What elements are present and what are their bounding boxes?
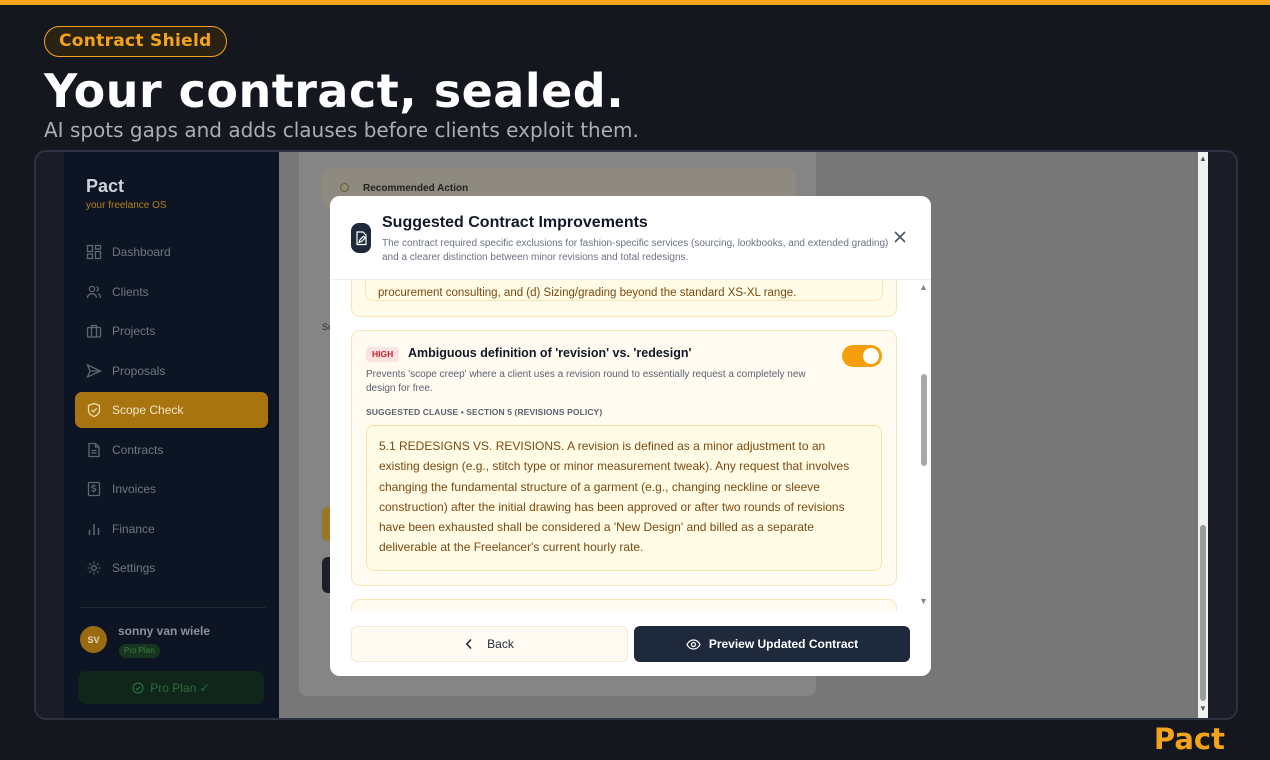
feature-badge: Contract Shield <box>44 26 227 57</box>
lightbulb-icon <box>340 183 349 192</box>
screenshot-frame: Pact your freelance OS Dashboard Clients… <box>34 150 1238 720</box>
chevron-left-icon <box>465 638 472 650</box>
back-button[interactable]: Back <box>351 626 628 662</box>
plan-badge: Pro Plan <box>119 644 160 658</box>
sidebar-item-label: Clients <box>112 284 149 299</box>
modal-scrollbar-thumb[interactable] <box>921 374 927 466</box>
sidebar-item-label: Scope Check <box>112 403 184 417</box>
previous-clause-box: procurement consulting, and (d) Sizing/g… <box>365 280 883 301</box>
sidebar-item-label: Finance <box>112 521 155 536</box>
shield-icon <box>86 402 102 418</box>
hero-subtitle: AI spots gaps and adds clauses before cl… <box>44 118 639 142</box>
scroll-down-icon[interactable]: ▼ <box>919 596 928 606</box>
back-label: Back <box>487 637 514 651</box>
sidebar-item-scope-check[interactable]: Scope Check <box>75 392 268 428</box>
scroll-up-icon[interactable]: ▲ <box>919 282 928 292</box>
severity-badge: HIGH <box>366 347 400 362</box>
sidebar-item-label: Contracts <box>112 442 164 457</box>
sidebar-item-label: Projects <box>112 324 156 338</box>
sidebar-item-projects[interactable]: Projects <box>75 313 268 349</box>
suggestion-card: HIGH Ambiguous definition of 'revision' … <box>351 330 897 586</box>
scroll-down-icon[interactable]: ▼ <box>1199 704 1207 713</box>
modal-body: procurement consulting, and (d) Sizing/g… <box>330 280 931 611</box>
sidebar-item-label: Dashboard <box>112 245 171 259</box>
sidebar-item-proposals[interactable]: Proposals <box>75 353 268 389</box>
scrollbar-thumb[interactable] <box>1200 525 1206 701</box>
next-suggestion-card <box>351 599 897 611</box>
page-scrollbar[interactable]: ▲ ▼ <box>1198 152 1208 718</box>
suggestion-toggle[interactable] <box>842 345 882 367</box>
sidebar-item-contracts[interactable]: Contracts <box>75 432 268 468</box>
toggle-knob <box>863 348 879 364</box>
app-logo: Pact <box>86 176 125 196</box>
preview-label: Preview Updated Contract <box>708 637 859 651</box>
dashboard-icon <box>86 244 102 260</box>
users-icon <box>86 284 102 300</box>
suggestions-modal: Suggested Contract Improvements The cont… <box>330 196 931 676</box>
sidebar-divider <box>80 607 266 608</box>
brand-logo: Pact <box>1153 722 1225 756</box>
invoice-icon <box>86 481 102 497</box>
modal-header: Suggested Contract Improvements The cont… <box>330 196 931 280</box>
gear-icon <box>86 560 102 576</box>
app-tagline: your freelance OS <box>86 200 167 211</box>
modal-footer: Back Preview Updated Contract <box>330 611 931 676</box>
sidebar-item-label: Settings <box>112 561 156 575</box>
eye-icon <box>686 638 701 650</box>
user-name: sonny van wiele <box>118 624 211 638</box>
previous-suggestion-card: procurement consulting, and (d) Sizing/g… <box>351 280 897 317</box>
suggestion-description: Prevents 'scope creep' where a client us… <box>366 369 806 394</box>
document-icon <box>86 442 102 458</box>
sidebar-item-settings[interactable]: Settings <box>75 550 268 586</box>
clause-label: SUGGESTED CLAUSE • SECTION 5 (REVISIONS … <box>366 407 603 417</box>
sidebar-item-invoices[interactable]: Invoices <box>75 471 268 507</box>
suggested-clause-text: 5.1 REDESIGNS VS. REVISIONS. A revision … <box>366 425 882 571</box>
recommended-action-label: Recommended Action <box>363 183 469 194</box>
send-icon <box>86 363 102 379</box>
accent-top-bar <box>0 0 1270 5</box>
modal-description: The contract required specific exclusion… <box>382 238 889 263</box>
app-window: Pact your freelance OS Dashboard Clients… <box>64 152 1208 718</box>
sidebar-item-label: Proposals <box>112 363 166 378</box>
pro-plan-button[interactable]: Pro Plan ✓ <box>78 671 264 704</box>
sidebar: Pact your freelance OS Dashboard Clients… <box>64 152 279 718</box>
close-icon[interactable] <box>893 230 907 244</box>
sidebar-nav: Dashboard Clients Projects Proposals Sco… <box>75 234 268 590</box>
sidebar-item-finance[interactable]: Finance <box>75 511 268 547</box>
hero-title: Your contract, sealed. <box>44 64 625 118</box>
bar-chart-icon <box>86 521 102 537</box>
contract-edit-icon <box>351 223 371 253</box>
sidebar-item-dashboard[interactable]: Dashboard <box>75 234 268 270</box>
scroll-up-icon[interactable]: ▲ <box>1199 154 1207 163</box>
suggestion-title: Ambiguous definition of 'revision' vs. '… <box>408 346 692 360</box>
previous-clause-text: procurement consulting, and (d) Sizing/g… <box>378 287 797 299</box>
avatar[interactable]: SV <box>80 626 107 653</box>
pro-plan-label: Pro Plan ✓ <box>150 680 210 695</box>
sidebar-item-clients[interactable]: Clients <box>75 274 268 310</box>
modal-title: Suggested Contract Improvements <box>382 214 648 231</box>
sidebar-item-label: Invoices <box>112 482 157 496</box>
check-circle-icon <box>132 681 144 694</box>
preview-contract-button[interactable]: Preview Updated Contract <box>634 626 910 662</box>
briefcase-icon <box>86 323 102 339</box>
modal-scrollbar[interactable]: ▲ ▼ <box>919 280 929 611</box>
